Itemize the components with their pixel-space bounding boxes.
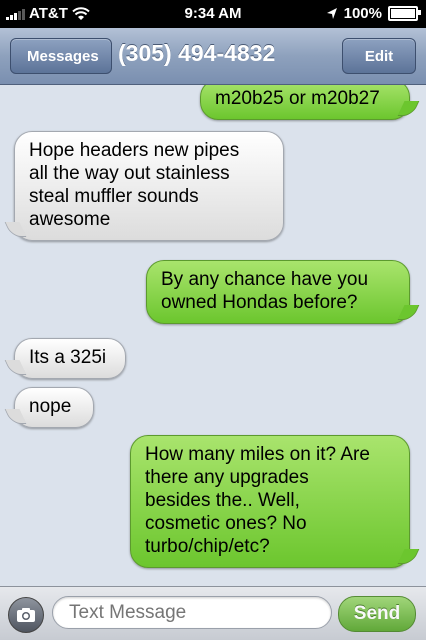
- message-line: awesome: [29, 209, 111, 230]
- message-line: there any upgrades: [145, 467, 309, 488]
- message-bubble-sent[interactable]: m20b25 or m20b27: [200, 85, 410, 120]
- camera-icon: [17, 608, 35, 622]
- message-line: cosmetic ones? No: [145, 513, 307, 534]
- back-button-label: Messages: [27, 47, 99, 65]
- compose-bar: Send: [0, 586, 426, 640]
- message-line: Its a 325i: [29, 347, 107, 368]
- message-line: How many miles on it? Are: [145, 444, 370, 465]
- message-line: besides the.. Well,: [145, 490, 300, 511]
- navigation-bar: Messages (305) 494-4832 Edit: [0, 28, 426, 85]
- message-bubble-sent[interactable]: How many miles on it? Are there any upgr…: [130, 435, 410, 568]
- message-line: turbo/chip/etc?: [145, 536, 270, 557]
- message-line: m20b25 or m20b27: [215, 88, 380, 109]
- message-bubble-received[interactable]: nope: [14, 387, 94, 428]
- location-arrow-icon: [326, 8, 337, 19]
- status-right: 100%: [326, 5, 421, 22]
- status-bar: AT&T 9:34 AM 100%: [0, 0, 426, 28]
- edit-button[interactable]: Edit: [342, 38, 416, 74]
- send-button[interactable]: Send: [338, 596, 416, 632]
- back-to-messages-button[interactable]: Messages: [10, 38, 112, 74]
- message-line: owned Hondas before?: [161, 292, 358, 313]
- message-line: Hope headers new pipes: [29, 140, 240, 161]
- message-line: steal muffler sounds: [29, 186, 199, 207]
- message-bubble-received[interactable]: Its a 325i: [14, 338, 126, 379]
- message-list[interactable]: m20b25 or m20b27 Hope headers new pipes …: [0, 85, 426, 585]
- battery-icon: [388, 6, 421, 21]
- message-bubble-sent[interactable]: By any chance have you owned Hondas befo…: [146, 260, 410, 324]
- message-line: all the way out stainless: [29, 163, 230, 184]
- message-line: nope: [29, 396, 72, 417]
- conversation-title: (305) 494-4832: [118, 40, 276, 66]
- text-message-input[interactable]: [52, 596, 332, 629]
- message-bubble-received[interactable]: Hope headers new pipes all the way out s…: [14, 131, 284, 241]
- message-line: By any chance have you: [161, 269, 369, 290]
- camera-button[interactable]: [8, 597, 44, 633]
- battery-percentage: 100%: [343, 5, 382, 22]
